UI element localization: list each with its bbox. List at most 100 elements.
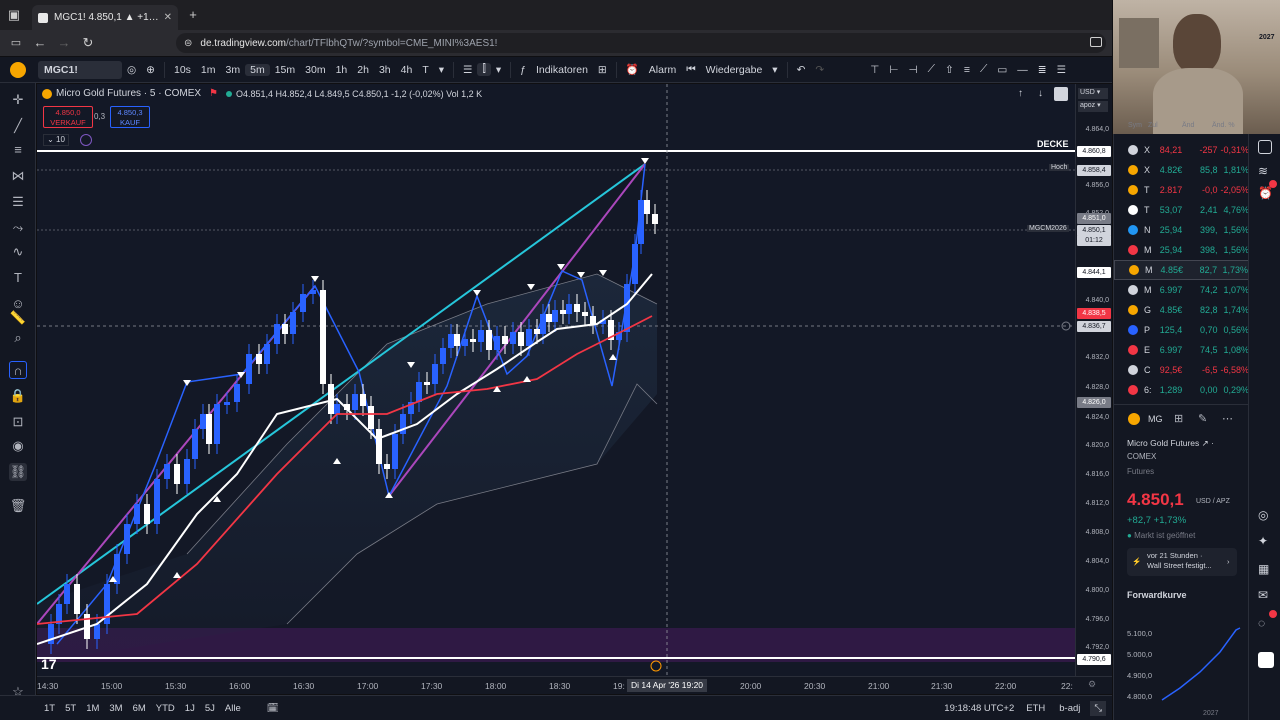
range-3m[interactable]: 3M [109,703,122,714]
rectangle-tool-icon[interactable]: ▭ [992,64,1012,76]
fib-tool-icon[interactable]: ⊣ [904,64,923,76]
watchlist-icon[interactable] [1258,140,1272,154]
scroll-down-icon[interactable]: ↓ [1038,88,1043,99]
more-tools-icon[interactable]: ☰ [1052,64,1071,76]
sidebar-icon[interactable]: ▭ [6,28,26,58]
range-alle[interactable]: Alle [225,703,241,714]
zoom-icon[interactable]: ⌕ [9,329,27,347]
watchlist-row[interactable]: P 125,4 0,70 0,56% [1114,320,1249,340]
interval-dropdown-icon[interactable]: ▾ [434,64,449,76]
time-axis[interactable]: 14:30 15:00 15:30 16:00 16:30 17:00 17:30 18:00… [37,676,1112,694]
visibility-icon[interactable]: ◉ [9,437,27,455]
lines-tool-icon[interactable]: ≡ [959,64,975,76]
buy-button[interactable]: 4.850,3 KAUF [110,106,150,128]
watchlist-row[interactable]: T 2.817 -0,0 -2,05% [1114,180,1249,200]
horizontal-line-tool-icon[interactable]: — [1012,64,1033,76]
range-1m[interactable]: 1M [86,703,99,714]
alerts-icon[interactable]: ⏰ [1258,186,1273,200]
sell-button[interactable]: 4.850,0 VERKAUF [43,106,93,128]
trend-tool-icon[interactable]: ⟋ [923,63,940,76]
news-card[interactable]: ⚡ vor 21 Stunden · Wall Street festigt..… [1127,548,1237,576]
interval-15m[interactable]: 15m [270,64,300,76]
scroll-up-icon[interactable]: ↑ [1018,88,1023,99]
range-ytd[interactable]: YTD [156,703,175,714]
flag-icon[interactable]: ⚑ [209,88,218,99]
details-grid-icon[interactable]: ⊞ [1174,412,1183,425]
ideas-icon[interactable]: ✦ [1258,534,1268,548]
back-icon[interactable]: ← [30,28,50,58]
watchlist-row[interactable]: C 92,5€ -6,5 -6,58% [1114,360,1249,380]
watchlist-column-header[interactable]: Änd. % [1212,122,1246,134]
projection-icon[interactable]: ⤳ [9,219,27,237]
watchlist-row[interactable]: T 53,07 2,41 4,76% [1114,200,1249,220]
maximize-icon[interactable]: ⤡ [1090,700,1106,716]
tradingview-logo-icon[interactable]: 17 [41,656,57,672]
url-bar[interactable]: ⊜ de.tradingview.com/chart/TFlbhQTw/?sym… [176,33,1106,53]
watchlist-row[interactable]: M 4.85€ 82,7 1,73% [1114,260,1249,280]
parallel-lines-icon[interactable]: ≡ [9,141,27,159]
trendline-icon[interactable]: ╱ [9,117,27,135]
details-name[interactable]: Micro Gold Futures ↗ · [1127,438,1214,449]
tab-menu-icon[interactable]: ▣ [4,0,24,30]
target-icon[interactable]: ◎ [1258,508,1268,522]
fib-icon[interactable]: ☰ [9,193,27,211]
redo-icon[interactable]: ↷ [810,64,829,76]
watchlist-column-header[interactable]: Zul [1148,122,1182,134]
site-info-icon[interactable]: ⊜ [184,38,192,49]
crosshair-icon[interactable]: ✛ [9,91,27,109]
range-6m[interactable]: 6M [133,703,146,714]
chat-icon[interactable]: ✉ [1258,588,1268,602]
lock-icon[interactable]: 🔒 [9,387,27,405]
range-5t[interactable]: 5T [65,703,76,714]
text-icon[interactable]: T [9,269,27,287]
interval-1m[interactable]: 1m [196,64,221,76]
interval-1h[interactable]: 1h [331,64,353,76]
compare-icon[interactable]: ⊕ [141,64,160,76]
watchlist-column-header[interactable]: Sym [1114,122,1148,134]
replay-icon[interactable]: ⏮ [681,63,700,76]
range-1j[interactable]: 1J [185,703,195,714]
link-icon[interactable]: ⛓ [9,463,27,481]
chart-pane[interactable]: DECKE Hoch MGCM2026 17 [37,84,1075,676]
indicators-icon[interactable]: ƒ [515,64,531,76]
indicator-toggle[interactable]: ⌄ 10 [43,134,69,146]
watchlist-column-header[interactable]: Änd [1182,122,1212,134]
interval-3h[interactable]: 3h [374,64,396,76]
interval-2h[interactable]: 2h [352,64,374,76]
lock-drawings-icon[interactable]: ⊡ [9,413,27,431]
alarm-button[interactable]: Alarm [644,64,681,76]
watchlist-row[interactable]: N 25,94 399, 1,56% [1114,220,1249,240]
unit-selector[interactable]: apoz ▾ [1078,101,1108,112]
close-tab-icon[interactable]: ✕ [164,12,172,23]
interval-30m[interactable]: 30m [300,64,330,76]
watchlist-row[interactable]: G 4.85€ 82,8 1,74% [1114,300,1249,320]
details-edit-icon[interactable]: ✎ [1198,412,1207,425]
legend-symbol-name[interactable]: Micro Gold Futures · 5 · COMEX [56,88,201,99]
templates-icon[interactable]: ⊞ [593,64,612,76]
fullscreen-icon[interactable] [1054,87,1068,101]
layout-tool-icon[interactable]: ≣ [1033,64,1052,76]
watchlist-row[interactable]: 6: 1,289 0,00 0,29% [1114,380,1249,400]
user-avatar[interactable] [10,62,26,78]
replay-dropdown-icon[interactable]: ▾ [767,64,782,76]
interval-T[interactable]: T [417,64,433,76]
browser-tab[interactable]: MGC1! 4.850,1 ▲ +1.73% Nicht ✕ [32,5,178,30]
watchlist-row[interactable]: M 25,94 398, 1,56% [1114,240,1249,260]
calendar-icon[interactable]: ▦ [1258,562,1269,576]
alarm-icon[interactable]: ⏰ [621,63,644,76]
symbol-search[interactable]: MGC1! [38,60,122,79]
chart-type-dropdown-icon[interactable]: ▾ [491,64,506,76]
date-range-icon[interactable]: 🗓 [267,703,279,714]
brush-icon[interactable]: ∿ [9,243,27,261]
watchlist-row[interactable]: X 84,21 -257 -0,31% [1114,140,1249,160]
reload-icon[interactable]: ↻ [78,28,98,58]
details-more-icon[interactable]: ⋯ [1222,412,1233,425]
symbol-info-icon[interactable]: ◎ [122,64,141,76]
apps-icon[interactable] [1258,652,1274,668]
price-axis[interactable]: USD ▾ apoz ▾ 4.864,04.856,04.852,04.848,… [1075,84,1112,676]
adjust-toggle[interactable]: b-adj [1059,703,1080,714]
cursor-tool-icon[interactable]: ⊤ [865,64,884,76]
chart-type-candles-icon[interactable]: ⫿ [477,63,491,76]
watchlist-row[interactable]: X 4.82€ 85,8 1,81% [1114,160,1249,180]
replay-button[interactable]: Wiedergabe [701,64,768,76]
